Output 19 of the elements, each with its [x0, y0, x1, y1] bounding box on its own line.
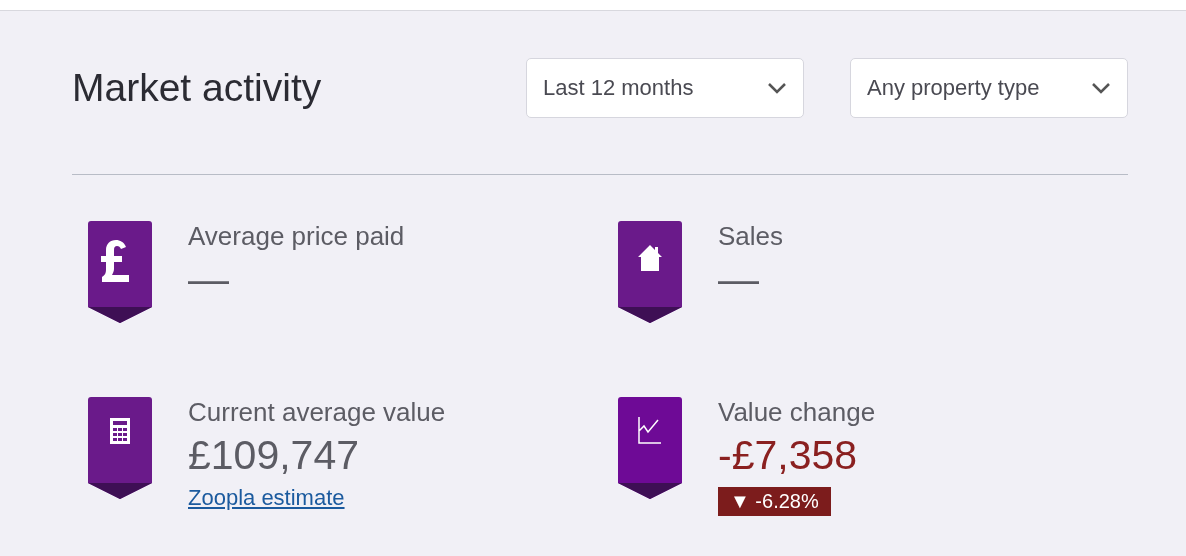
- stat-label: Average price paid: [188, 221, 405, 251]
- stat-value: -£7,358: [718, 431, 859, 480]
- calculator-icon: [88, 397, 152, 499]
- house-icon: [618, 221, 682, 323]
- stat-value: —: [188, 255, 230, 304]
- line-chart-icon: [618, 397, 682, 499]
- stat-label: Sales: [718, 221, 784, 251]
- estimate-link[interactable]: Zoopla estimate: [188, 485, 345, 511]
- section-title: Market activity: [72, 66, 323, 110]
- stat-label: Value change: [718, 397, 876, 427]
- filter-dropdown[interactable]: Last 12 months: [526, 58, 804, 118]
- filter-dropdown[interactable]: Any property type: [850, 58, 1128, 118]
- chevron-down-icon: [1091, 82, 1111, 94]
- stat-label: Current average value: [188, 397, 446, 427]
- chevron-down-icon: [767, 82, 787, 94]
- change-badge: ▼ -6.28%: [718, 487, 831, 516]
- stat-value: —: [718, 255, 760, 304]
- pound-icon: [88, 221, 152, 323]
- stat-value: £109,747: [188, 431, 360, 480]
